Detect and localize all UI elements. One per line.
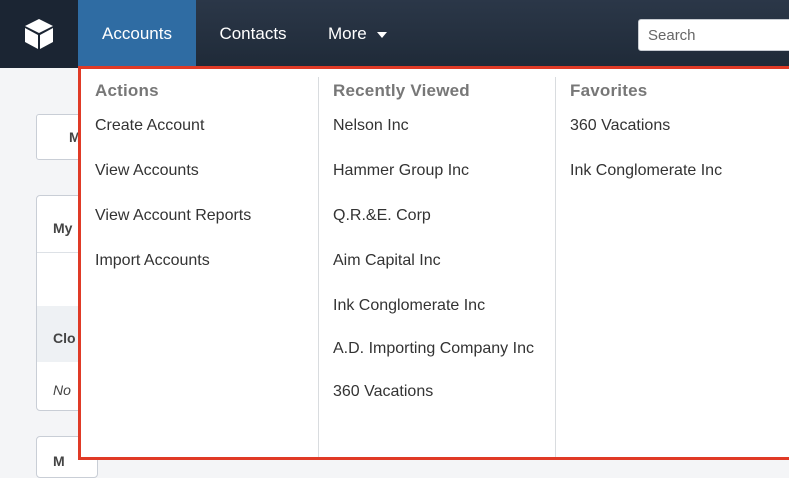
recently-viewed-column: Recently Viewed Nelson Inc Hammer Group … — [318, 77, 555, 457]
background-section-text: Clo — [53, 330, 76, 346]
tab-more[interactable]: More — [314, 0, 414, 68]
view-account-reports-link[interactable]: View Account Reports — [81, 205, 317, 227]
favorite-item-link[interactable]: 360 Vacations — [556, 115, 789, 137]
import-accounts-link[interactable]: Import Accounts — [81, 250, 317, 272]
tab-accounts[interactable]: Accounts — [78, 0, 196, 68]
recent-item-link[interactable]: A.D. Importing Company Inc — [319, 336, 557, 362]
top-navbar: Accounts Contacts More — [0, 0, 789, 68]
background-italic-text: No — [53, 382, 71, 398]
accounts-dropdown-menu: Actions Create Account View Accounts Vie… — [78, 66, 789, 460]
recent-item-link[interactable]: Nelson Inc — [319, 115, 555, 137]
tab-contacts[interactable]: Contacts — [198, 0, 308, 68]
home-logo-button[interactable] — [0, 0, 78, 68]
actions-column: Actions Create Account View Accounts Vie… — [81, 69, 317, 449]
background-bottom-text: M — [53, 453, 65, 469]
recent-item-link[interactable]: Hammer Group Inc — [319, 160, 555, 182]
create-account-link[interactable]: Create Account — [81, 115, 317, 137]
recent-item-link[interactable]: Ink Conglomerate Inc — [319, 295, 555, 317]
favorites-title: Favorites — [570, 81, 648, 100]
recent-item-link[interactable]: Q.R.&E. Corp — [319, 205, 555, 227]
search-input[interactable] — [638, 19, 789, 51]
view-accounts-link[interactable]: View Accounts — [81, 160, 317, 182]
actions-list: Create Account View Accounts View Accoun… — [81, 115, 317, 295]
recently-viewed-list: Nelson Inc Hammer Group Inc Q.R.&E. Corp… — [319, 115, 555, 426]
favorite-item-link[interactable]: Ink Conglomerate Inc — [556, 160, 789, 182]
recent-item-link[interactable]: Aim Capital Inc — [319, 250, 555, 272]
tab-accounts-label: Accounts — [102, 24, 172, 43]
favorites-list: 360 Vacations Ink Conglomerate Inc — [556, 115, 789, 205]
background-panel-title: My — [53, 220, 73, 236]
favorites-column: Favorites 360 Vacations Ink Conglomerate… — [555, 77, 789, 457]
recent-item-link[interactable]: 360 Vacations — [319, 381, 555, 403]
actions-title: Actions — [95, 81, 159, 100]
recently-viewed-title: Recently Viewed — [333, 81, 470, 100]
caret-down-icon — [376, 32, 387, 38]
cube-logo-icon — [25, 19, 53, 49]
tab-contacts-label: Contacts — [219, 24, 287, 43]
tab-more-label: More — [328, 24, 367, 43]
